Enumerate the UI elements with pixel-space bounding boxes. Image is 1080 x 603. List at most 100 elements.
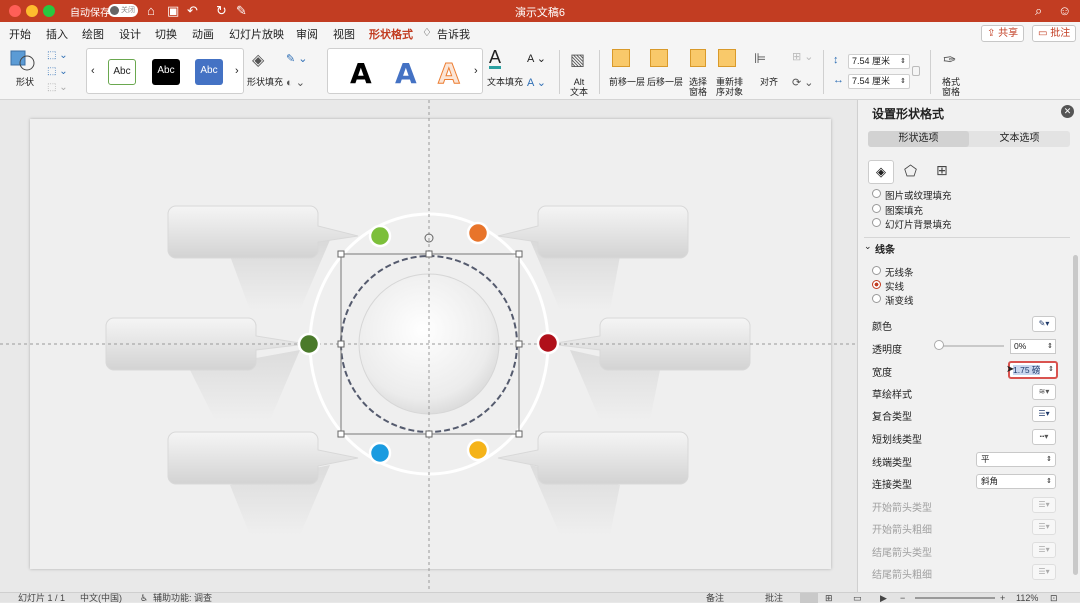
line-width-input[interactable]: 1.75 磅 ⇕	[1008, 361, 1058, 379]
shape-outline-icon[interactable]: ✎ ⌄	[286, 52, 308, 65]
zoom-slider[interactable]	[915, 597, 995, 599]
dot-red[interactable]	[536, 331, 560, 355]
reorder-objects-icon[interactable]	[718, 49, 736, 67]
share-button[interactable]: ⇪ 共享	[981, 25, 1025, 42]
tab-slideshow[interactable]: 幻灯片放映	[229, 26, 284, 42]
tab-view[interactable]: 视图	[333, 26, 355, 42]
radio-pattern-fill[interactable]	[872, 204, 881, 213]
tell-me[interactable]: 告诉我	[437, 26, 470, 42]
dot-green-dark[interactable]	[297, 332, 321, 356]
shape-height-field[interactable]: 7.54 厘米 ⇕	[848, 54, 910, 69]
compound-type-dropdown[interactable]: ☰▾	[1032, 406, 1056, 422]
fill-line-icon[interactable]: ◈	[868, 160, 894, 184]
bring-forward-icon[interactable]	[612, 49, 630, 67]
tab-shape-options[interactable]: 形状选项	[868, 131, 969, 147]
merge-shapes-icon[interactable]: ⬚ ⌄	[47, 82, 68, 93]
align-label[interactable]: 对齐	[760, 77, 778, 87]
tab-transitions[interactable]: 切换	[155, 26, 177, 42]
format-pane-icon[interactable]: ✑	[943, 50, 956, 70]
size-properties-icon[interactable]: ⊞	[936, 162, 948, 179]
speech-bubble-top-right[interactable]	[497, 205, 689, 259]
save-icon[interactable]: ▣	[167, 3, 179, 19]
wordart-outline[interactable]: A	[438, 57, 461, 91]
group-icon[interactable]: ⊞ ⌄	[792, 50, 814, 63]
text-fill-icon[interactable]: A	[489, 48, 502, 69]
align-icon[interactable]: ⊫	[754, 50, 766, 67]
customize-toolbar-icon[interactable]: ✎	[236, 3, 247, 19]
send-backward-icon[interactable]	[650, 49, 668, 67]
style-sample-blue[interactable]: Abc	[195, 59, 223, 85]
minimize-window-button[interactable]	[26, 5, 38, 17]
format-pane-label[interactable]: 格式 窗格	[942, 77, 960, 97]
dot-orange[interactable]	[466, 221, 490, 245]
autosave-toggle[interactable]: 关闭	[108, 4, 138, 17]
begin-arrow-type-dropdown[interactable]: ☰▾	[1032, 497, 1056, 513]
paint-bucket-icon[interactable]: ◈	[252, 50, 264, 70]
account-icon[interactable]: ☺	[1058, 3, 1071, 19]
effects-icon[interactable]: ⬠	[904, 162, 917, 180]
line-section-header[interactable]: 线条	[875, 241, 895, 256]
comment-button[interactable]: ▭ 批注	[1032, 25, 1077, 42]
line-width-stepper[interactable]: ⇕	[1048, 363, 1054, 377]
radio-solid-line[interactable]	[872, 280, 881, 289]
tab-animations[interactable]: 动画	[192, 26, 214, 42]
dot-green-light[interactable]	[368, 224, 392, 248]
wordart-black[interactable]: A	[350, 57, 372, 90]
transparency-stepper[interactable]: ⇕	[1047, 340, 1053, 353]
dot-blue[interactable]	[368, 441, 392, 465]
line-color-picker[interactable]: ✎▾	[1032, 316, 1056, 332]
speech-bubble-bottom-right[interactable]	[497, 431, 689, 485]
gallery-prev-icon[interactable]: ‹	[91, 65, 95, 77]
dash-type-dropdown[interactable]: ┅▾	[1032, 429, 1056, 445]
wordart-more-icon[interactable]: ›	[474, 65, 478, 77]
gallery-next-icon[interactable]: ›	[235, 65, 239, 77]
zoom-window-button[interactable]	[43, 5, 55, 17]
alt-text-label[interactable]: Alt 文本	[570, 77, 588, 97]
bring-forward-label[interactable]: 前移一层	[609, 77, 645, 87]
shape-width-field[interactable]: 7.54 厘米 ⇕	[848, 74, 910, 89]
style-sample-black[interactable]: Abc	[152, 59, 180, 85]
pane-scrollbar[interactable]	[1073, 255, 1078, 575]
begin-arrow-size-dropdown[interactable]: ☰▾	[1032, 519, 1056, 535]
tab-text-options[interactable]: 文本选项	[969, 131, 1070, 147]
shape-effects-icon[interactable]: ◐ ⌄	[286, 76, 305, 89]
tab-shape-format[interactable]: 形状格式	[369, 26, 413, 46]
transparency-input[interactable]: 0% ⇕	[1010, 339, 1056, 354]
cap-type-select[interactable]: 平 ⇕	[976, 452, 1056, 467]
redo-icon[interactable]: ↻	[216, 3, 227, 19]
end-arrow-type-dropdown[interactable]: ☰▾	[1032, 542, 1056, 558]
width-stepper[interactable]: ⇕	[900, 75, 906, 88]
transparency-slider-thumb[interactable]	[934, 340, 944, 350]
speech-bubble-bottom-left[interactable]	[167, 431, 359, 485]
tab-design[interactable]: 设计	[119, 26, 141, 42]
tab-insert[interactable]: 插入	[46, 26, 68, 42]
end-arrow-size-dropdown[interactable]: ☰▾	[1032, 564, 1056, 580]
edit-shape-icon[interactable]: ⬚ ⌄	[47, 50, 68, 61]
radio-gradient-line[interactable]	[872, 294, 881, 303]
undo-icon[interactable]: ↶	[187, 3, 198, 19]
reorder-objects-label[interactable]: 重新排 序对象	[716, 77, 743, 97]
text-box-icon[interactable]: ⬚ ⌄	[47, 66, 68, 77]
close-window-button[interactable]	[9, 5, 21, 17]
text-effects-icon[interactable]: A ⌄	[527, 76, 546, 89]
text-outline-icon[interactable]: A ⌄	[527, 52, 546, 65]
radio-picture-fill[interactable]	[872, 189, 881, 198]
search-icon[interactable]: ⌕	[1035, 3, 1042, 19]
line-section-chevron-icon[interactable]: ⌄	[864, 241, 872, 252]
text-fill-label[interactable]: 文本填充	[487, 77, 523, 87]
height-stepper[interactable]: ⇕	[900, 55, 906, 68]
wordart-blue[interactable]: A	[395, 57, 417, 90]
tab-home[interactable]: 开始	[9, 26, 31, 42]
tab-draw[interactable]: 绘图	[82, 26, 104, 42]
radio-no-line[interactable]	[872, 266, 881, 275]
shape-fill-label[interactable]: 形状填充	[247, 77, 283, 87]
sketch-style-dropdown[interactable]: ≋▾	[1032, 384, 1056, 400]
home-icon[interactable]: ⌂	[147, 3, 155, 19]
tab-review[interactable]: 审阅	[296, 26, 318, 42]
lock-aspect-icon[interactable]	[912, 66, 920, 76]
shapes-icon[interactable]	[10, 50, 36, 72]
transparency-slider-track[interactable]	[938, 345, 1004, 347]
dot-yellow[interactable]	[466, 438, 490, 462]
speech-bubble-top-left[interactable]	[167, 205, 359, 259]
radio-background-fill[interactable]	[872, 218, 881, 227]
